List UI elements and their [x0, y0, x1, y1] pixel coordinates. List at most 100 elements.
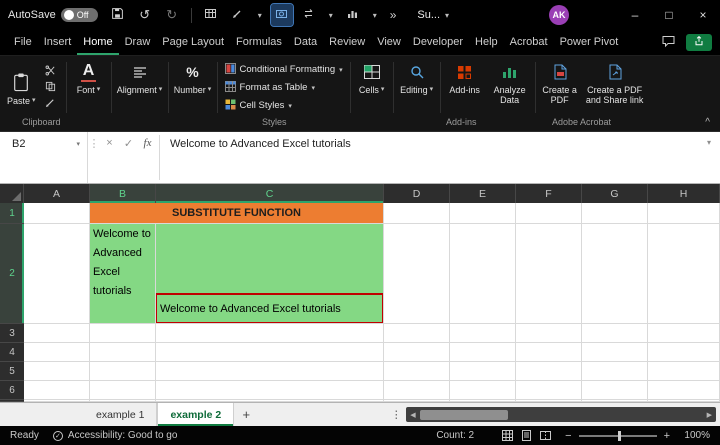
- number-menu-button[interactable]: % Number▾: [171, 59, 215, 116]
- cell[interactable]: [156, 324, 384, 343]
- paste-button[interactable]: Paste▾: [4, 70, 39, 106]
- cell[interactable]: [516, 362, 582, 381]
- cell[interactable]: [450, 343, 516, 362]
- cell-c2[interactable]: Welcome to Advanced Excel tutorials: [156, 224, 384, 324]
- accessibility-status[interactable]: ✓ Accessibility: Good to go: [53, 430, 178, 441]
- column-header-g[interactable]: G: [582, 184, 648, 203]
- collapse-ribbon-button[interactable]: ^: [705, 117, 710, 128]
- cell[interactable]: [516, 224, 582, 324]
- cell[interactable]: [516, 203, 582, 224]
- page-layout-view-button[interactable]: [521, 430, 532, 441]
- create-pdf-button[interactable]: Create a PDF: [538, 59, 582, 116]
- tab-power-pivot[interactable]: Power Pivot: [554, 30, 625, 55]
- normal-view-button[interactable]: [502, 430, 513, 441]
- tab-acrobat[interactable]: Acrobat: [504, 30, 554, 55]
- cell[interactable]: [648, 381, 720, 400]
- cell[interactable]: [384, 362, 450, 381]
- cell[interactable]: [90, 343, 156, 362]
- format-as-table-button[interactable]: Format as Table ▾: [225, 81, 343, 95]
- cell[interactable]: [24, 224, 90, 324]
- column-header-d[interactable]: D: [384, 184, 450, 203]
- autosave-toggle[interactable]: AutoSave Off: [8, 8, 98, 22]
- cell-b2[interactable]: Welcome to Advanced Excel tutorials: [90, 224, 156, 324]
- cell[interactable]: [648, 224, 720, 324]
- cell[interactable]: [90, 381, 156, 400]
- column-header-e[interactable]: E: [450, 184, 516, 203]
- cell[interactable]: [450, 381, 516, 400]
- cell[interactable]: [516, 343, 582, 362]
- column-header-b[interactable]: B: [90, 184, 156, 203]
- cell[interactable]: [648, 324, 720, 343]
- new-sheet-button[interactable]: +: [234, 403, 258, 426]
- tab-data[interactable]: Data: [288, 30, 323, 55]
- cell[interactable]: [582, 203, 648, 224]
- cell[interactable]: [384, 324, 450, 343]
- page-break-view-button[interactable]: [540, 430, 551, 441]
- maximize-button[interactable]: □: [652, 0, 686, 30]
- cell[interactable]: [582, 362, 648, 381]
- enter-button[interactable]: ✓: [119, 137, 138, 150]
- cell[interactable]: [384, 381, 450, 400]
- redo-button[interactable]: ↻: [161, 4, 183, 26]
- scroll-right-icon[interactable]: ▶: [707, 411, 712, 419]
- cell[interactable]: [648, 203, 720, 224]
- formula-bar-handle[interactable]: ⋮: [88, 137, 100, 150]
- column-header-a[interactable]: A: [24, 184, 90, 203]
- cell[interactable]: [24, 343, 90, 362]
- quick-access-button[interactable]: [298, 4, 320, 26]
- cells-menu-button[interactable]: Cells▾: [353, 59, 391, 116]
- create-pdf-share-button[interactable]: Create a PDF and Share link: [582, 59, 648, 116]
- row-header-1[interactable]: 1: [0, 203, 24, 224]
- name-box[interactable]: B2 ▾: [0, 132, 88, 183]
- quick-access-button[interactable]: [200, 4, 222, 26]
- sheet-tab-example-1[interactable]: example 1: [84, 403, 157, 426]
- cell[interactable]: [582, 381, 648, 400]
- quick-access-button[interactable]: [227, 4, 249, 26]
- insert-function-button[interactable]: fx: [138, 137, 157, 149]
- quick-access-dropdown[interactable]: ▾: [254, 4, 266, 26]
- cell[interactable]: [156, 362, 384, 381]
- cut-button[interactable]: [43, 66, 58, 78]
- tab-review[interactable]: Review: [323, 30, 371, 55]
- cell[interactable]: [384, 343, 450, 362]
- cell[interactable]: [384, 203, 450, 224]
- editing-menu-button[interactable]: Editing▾: [396, 59, 438, 116]
- conditional-formatting-button[interactable]: Conditional Formatting ▾: [225, 63, 343, 77]
- select-all-corner[interactable]: [0, 184, 24, 203]
- tab-home[interactable]: Home: [77, 30, 118, 55]
- cell[interactable]: [24, 203, 90, 224]
- quick-access-dropdown[interactable]: ▾: [369, 4, 381, 26]
- tab-help[interactable]: Help: [469, 30, 504, 55]
- cell[interactable]: [450, 203, 516, 224]
- zoom-out-button[interactable]: −: [565, 430, 571, 442]
- format-painter-button[interactable]: [43, 98, 58, 110]
- close-button[interactable]: ×: [686, 0, 720, 30]
- cell[interactable]: [582, 343, 648, 362]
- font-menu-button[interactable]: A Font▾: [69, 59, 109, 116]
- cell[interactable]: [90, 362, 156, 381]
- cancel-button[interactable]: ×: [100, 137, 119, 149]
- tab-developer[interactable]: Developer: [407, 30, 469, 55]
- quick-access-button[interactable]: [271, 4, 293, 26]
- quick-access-button[interactable]: [342, 4, 364, 26]
- cell[interactable]: [450, 362, 516, 381]
- cell[interactable]: [582, 224, 648, 324]
- zoom-slider-thumb[interactable]: [618, 431, 621, 441]
- cell[interactable]: [24, 362, 90, 381]
- scroll-left-icon[interactable]: ◀: [410, 411, 415, 419]
- scrollbar-thumb[interactable]: [420, 410, 508, 420]
- cell[interactable]: [24, 381, 90, 400]
- tab-view[interactable]: View: [371, 30, 407, 55]
- cell-styles-button[interactable]: Cell Styles ▾: [225, 99, 343, 113]
- share-button[interactable]: [686, 34, 712, 51]
- save-button[interactable]: [107, 4, 129, 26]
- row-header-6[interactable]: 6: [0, 381, 24, 400]
- minimize-button[interactable]: –: [618, 0, 652, 30]
- cell[interactable]: [582, 324, 648, 343]
- cell[interactable]: [384, 224, 450, 324]
- cell[interactable]: [156, 381, 384, 400]
- document-name-dropdown[interactable]: Su... ▾: [417, 9, 449, 21]
- row-header-3[interactable]: 3: [0, 324, 24, 343]
- tab-file[interactable]: File: [8, 30, 38, 55]
- analyze-data-button[interactable]: Analyze Data: [487, 59, 533, 116]
